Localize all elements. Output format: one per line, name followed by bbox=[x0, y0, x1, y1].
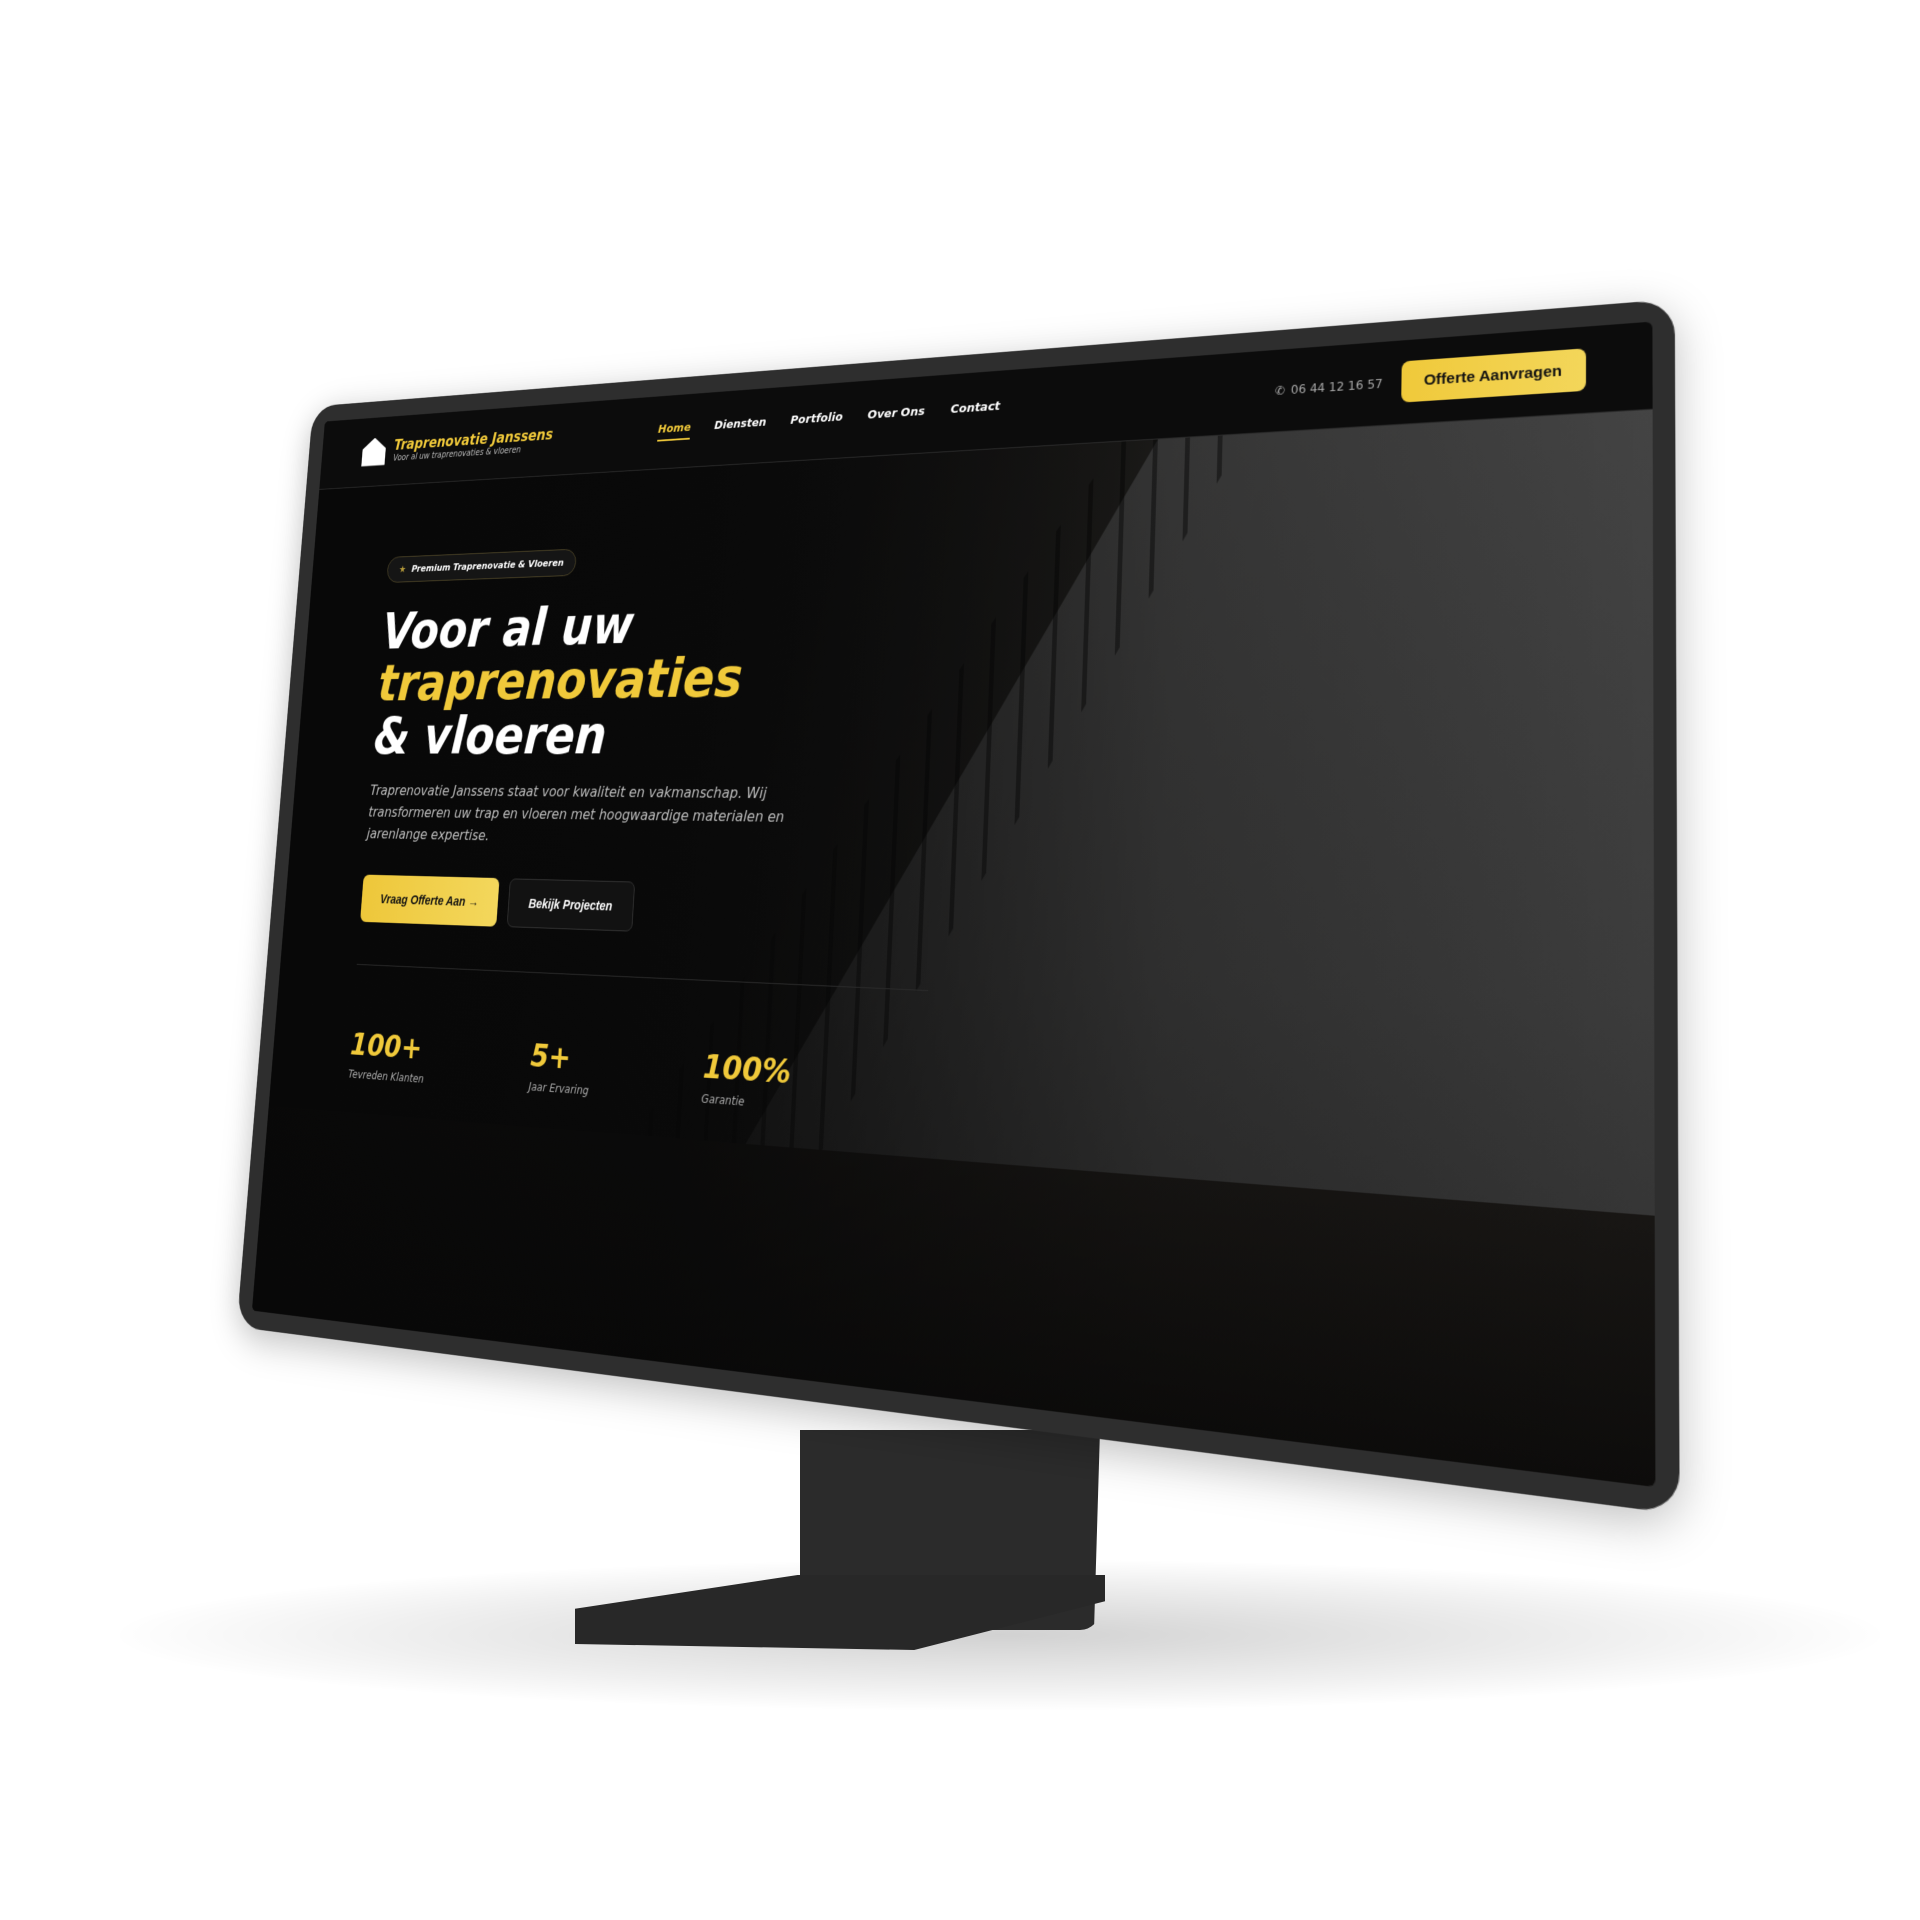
nav-item-portfolio[interactable]: Portfolio bbox=[790, 410, 843, 432]
stat-item: 5+ Jaar Ervaring bbox=[528, 1037, 592, 1097]
stat-item: 100% Garantie bbox=[701, 1048, 792, 1112]
website-screen: Traprenovatie Janssens Voor al uw trapre… bbox=[251, 321, 1656, 1488]
monitor-bezel: Traprenovatie Janssens Voor al uw trapre… bbox=[236, 298, 1680, 1515]
vraag-offerte-label: Vraag Offerte Aan bbox=[379, 891, 466, 909]
logo[interactable]: Traprenovatie Janssens Voor al uw trapre… bbox=[361, 425, 553, 466]
phone-icon: ✆ bbox=[1274, 383, 1286, 398]
star-icon: ★ bbox=[398, 563, 407, 575]
vraag-offerte-button[interactable]: Vraag Offerte Aan → bbox=[360, 874, 500, 927]
nav-item-diensten[interactable]: Diensten bbox=[714, 416, 767, 438]
stat-value: 5+ bbox=[529, 1037, 573, 1078]
nav-item-home[interactable]: Home bbox=[657, 421, 692, 442]
hero-title: Voor al uw traprenovaties & vloeren bbox=[372, 588, 927, 766]
hero-description: Traprenovatie Janssens staat voor kwalit… bbox=[366, 782, 785, 844]
nav-menu: Home Diensten Portfolio Over Ons Contact bbox=[657, 399, 1000, 442]
stat-value: 100% bbox=[701, 1047, 792, 1092]
arrow-right-icon: → bbox=[467, 894, 480, 909]
phone-number: 06 44 12 16 57 bbox=[1290, 376, 1383, 397]
hero-title-highlight: traprenovaties bbox=[376, 646, 745, 713]
hero-title-line3: & vloeren bbox=[372, 704, 609, 766]
nav-item-over-ons[interactable]: Over Ons bbox=[867, 405, 925, 428]
hero-section: ★ Premium Traprenovatie & Vloeren Voor a… bbox=[348, 533, 930, 1120]
monitor-scene: Traprenovatie Janssens Voor al uw trapre… bbox=[0, 0, 1920, 1920]
hero-badge-text: Premium Traprenovatie & Vloeren bbox=[411, 556, 565, 575]
nav-item-contact[interactable]: Contact bbox=[950, 399, 1000, 422]
hero-divider bbox=[356, 963, 929, 991]
house-icon bbox=[361, 437, 386, 467]
phone-link[interactable]: ✆ 06 44 12 16 57 bbox=[1275, 376, 1383, 397]
stat-item: 100+ Tevreden Klanten bbox=[348, 1027, 427, 1086]
nav-right: ✆ 06 44 12 16 57 Offerte Aanvragen bbox=[1275, 348, 1587, 410]
offerte-aanvragen-button[interactable]: Offerte Aanvragen bbox=[1400, 348, 1587, 403]
bekijk-projecten-button[interactable]: Bekijk Projecten bbox=[506, 878, 636, 932]
stat-value: 100+ bbox=[349, 1026, 424, 1067]
hero-buttons: Vraag Offerte Aan → Bekijk Projecten bbox=[360, 874, 915, 941]
